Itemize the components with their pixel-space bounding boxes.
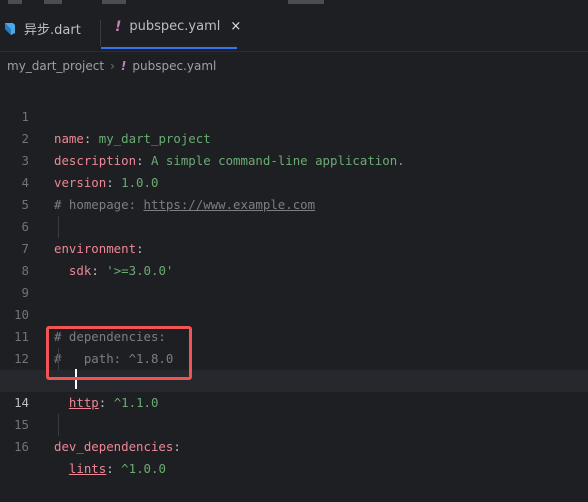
code-line: 2 description: A simple command-line app… [0, 106, 588, 168]
code-line: 9 [0, 260, 588, 300]
code-line: 6 environment: [0, 194, 588, 256]
yaml-icon: ! [120, 59, 127, 73]
yaml-key: dev_dependencies [54, 439, 174, 454]
tab-pubspec-yaml[interactable]: ! pubspec.yaml × [101, 6, 241, 49]
breadcrumb-project[interactable]: my_dart_project [7, 59, 104, 73]
line-number: 16 [14, 439, 29, 454]
code-line: 7 sdk: '>=3.0.0' [0, 216, 588, 278]
highlight-box [46, 326, 192, 380]
chevron-right-icon: › [110, 59, 115, 73]
indent-guide [58, 216, 59, 238]
tab-async-dart[interactable]: 异步.dart [0, 6, 102, 51]
code-line: 3 version: 1.0.0 [0, 128, 588, 190]
yaml-value: ^1.0.0 [121, 461, 166, 476]
code-line: 1 name: my_dart_project [0, 84, 588, 146]
code-line: 4 # homepage: https://www.example.com [0, 150, 588, 212]
yaml-icon: ! [115, 18, 122, 35]
code-line: 10 # dependencies: [0, 282, 588, 344]
editor-tab-bar: 异步.dart ! pubspec.yaml × [0, 6, 588, 52]
yaml-key: lints [68, 461, 107, 476]
code-line: 15 dev_dependencies: [0, 392, 588, 454]
code-line: 16 lints: ^1.0.0 [0, 414, 588, 476]
dart-icon [5, 22, 15, 35]
close-icon[interactable]: × [230, 19, 241, 34]
breadcrumb-file[interactable]: pubspec.yaml [132, 59, 216, 73]
code-line: 8 [0, 238, 588, 278]
code-line: 11 # path: ^1.8.0 [0, 304, 588, 366]
code-line: 5 [0, 172, 588, 212]
tab-label: 异步.dart [24, 23, 81, 38]
tab-label: pubspec.yaml [129, 19, 221, 34]
code-editor[interactable]: 1 name: my_dart_project 2 description: A… [0, 84, 588, 476]
indent-guide [58, 414, 59, 436]
breadcrumb: my_dart_project › ! pubspec.yaml [0, 52, 588, 80]
